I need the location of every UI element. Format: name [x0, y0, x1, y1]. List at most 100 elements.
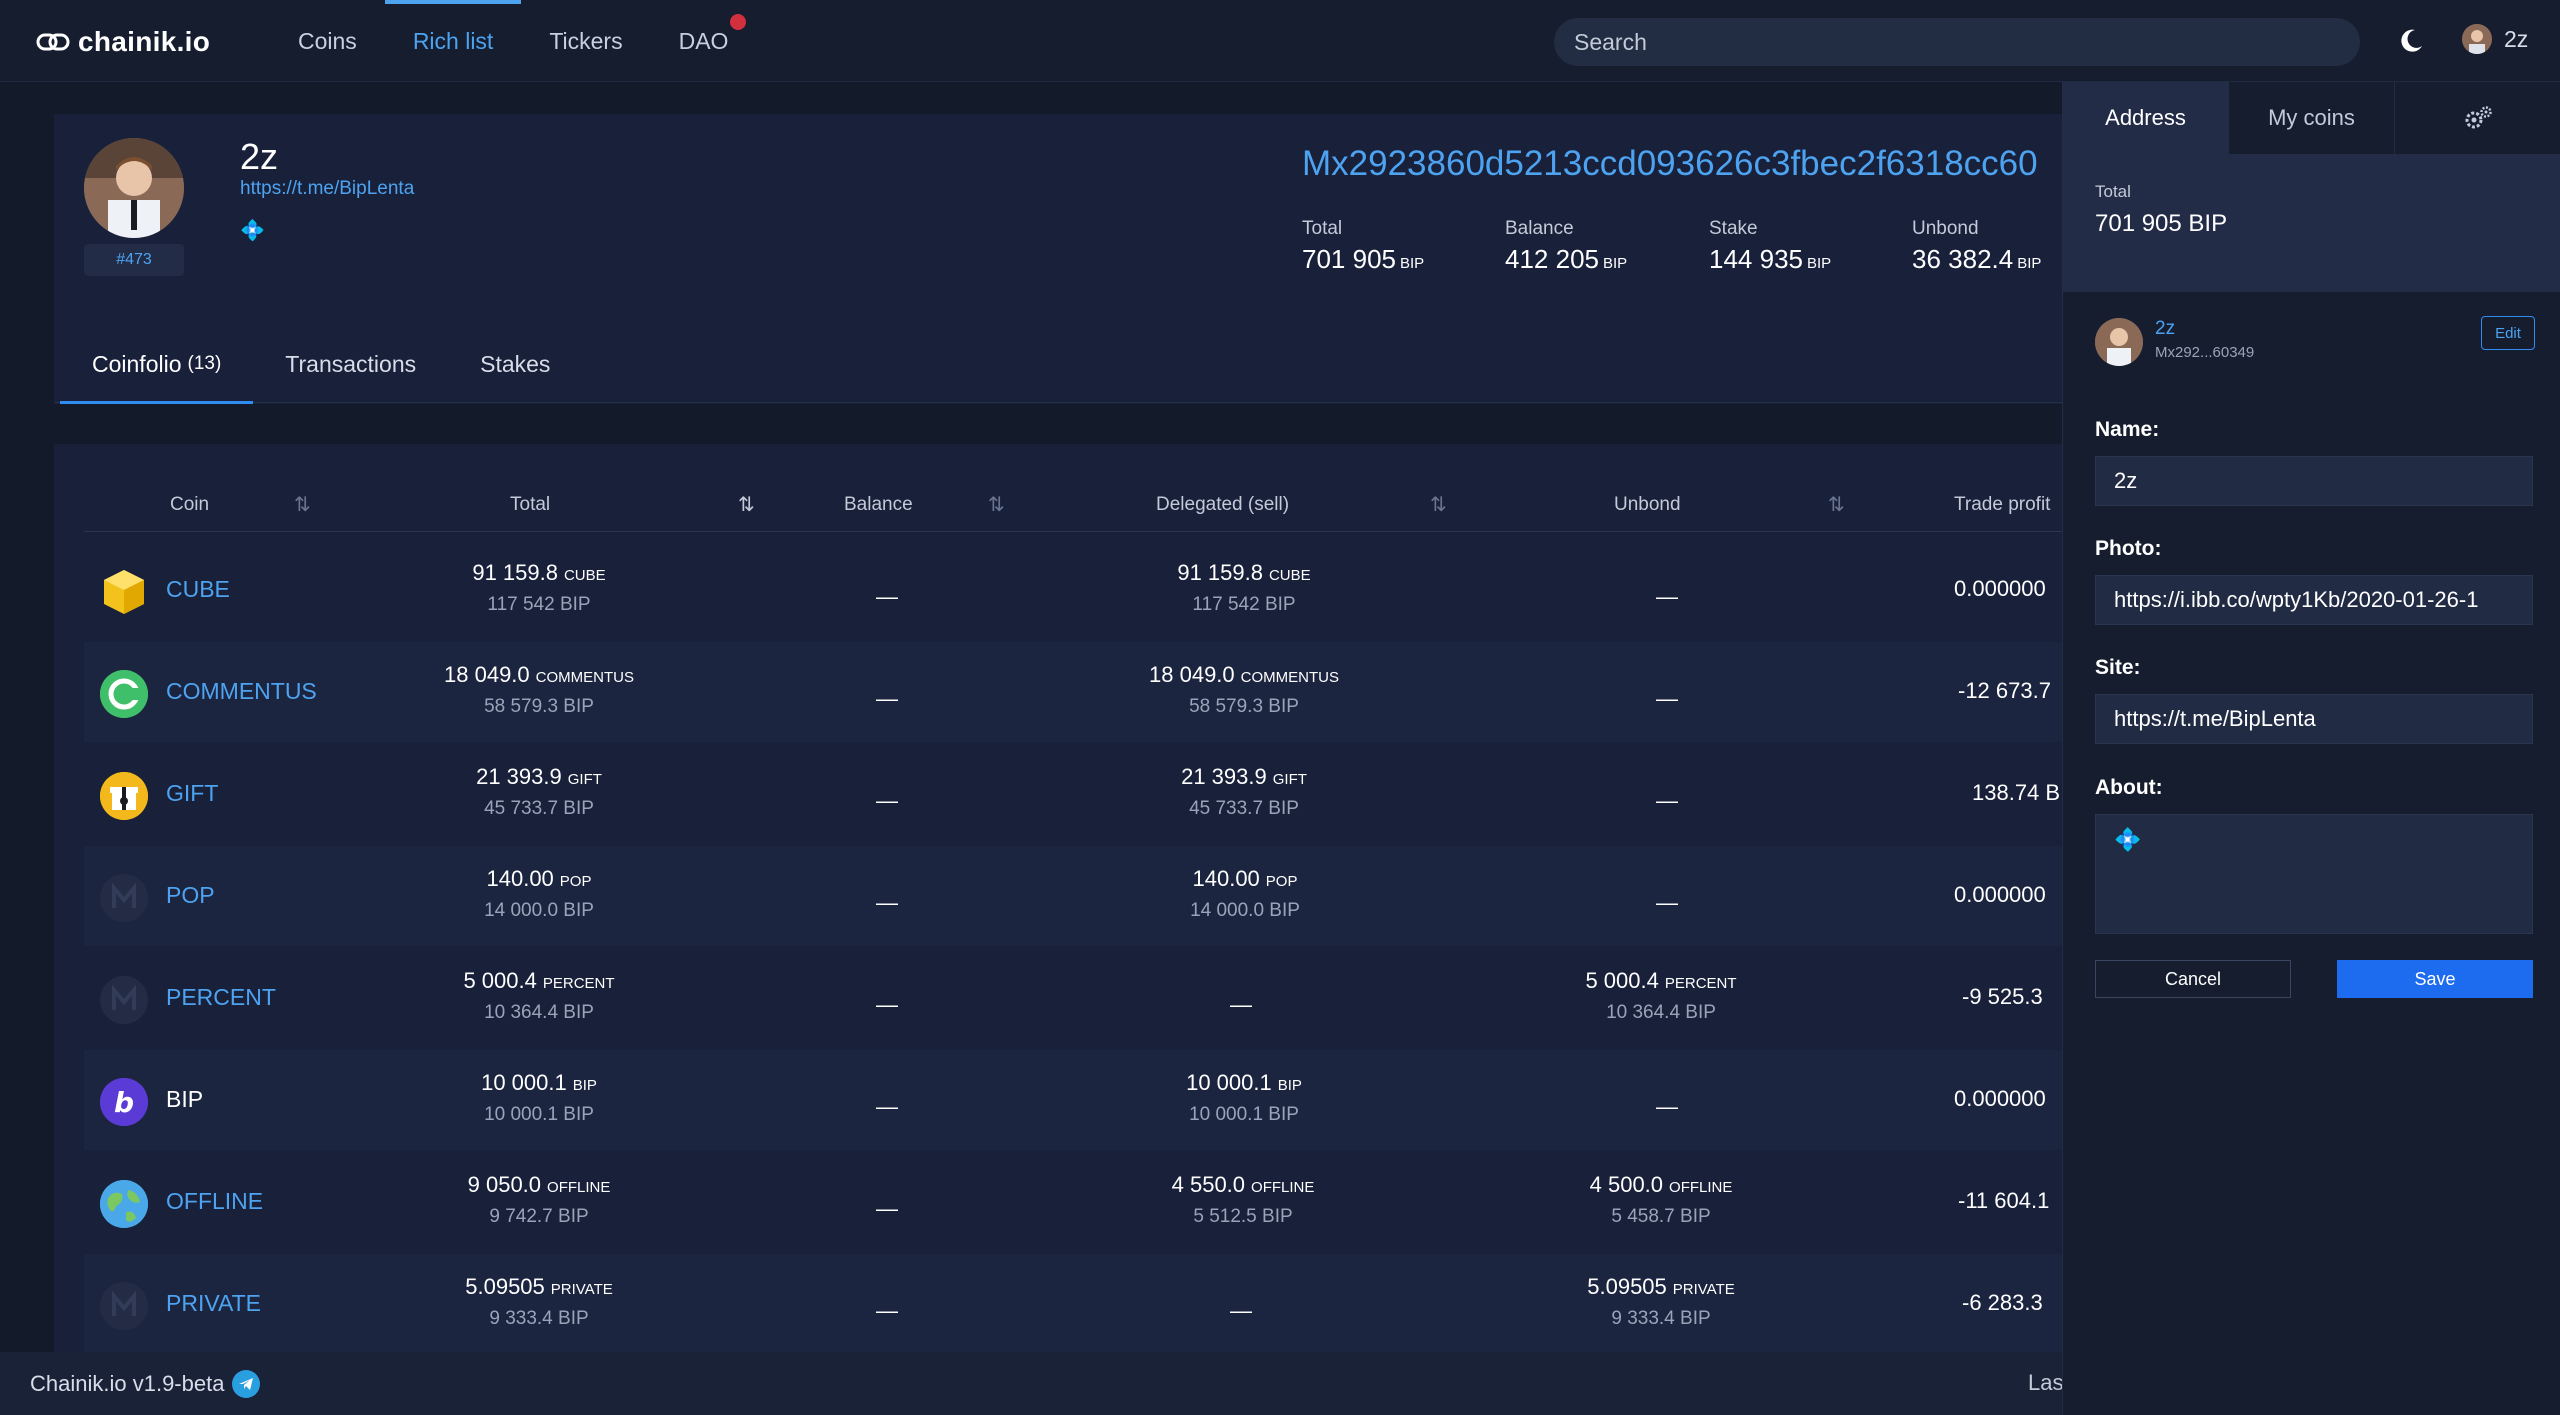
tab-stakes[interactable]: Stakes	[448, 324, 582, 404]
balance-empty: —	[876, 1094, 898, 1119]
coin-name-link[interactable]: PERCENT	[166, 984, 276, 1011]
moon-icon[interactable]	[2396, 26, 2426, 56]
header-delegated[interactable]: Delegated (sell)	[1156, 494, 1289, 516]
footer-right-text: Las	[2028, 1370, 2064, 1395]
stat-value: 412 205 BIP	[1505, 244, 1628, 274]
profile-site-link[interactable]: https://t.me/BipLenta	[240, 178, 414, 200]
nav-dao[interactable]: DAO	[651, 0, 757, 82]
brand-logo[interactable]: chainik.io	[36, 24, 210, 60]
edit-button[interactable]: Edit	[2481, 316, 2535, 350]
table-row[interactable]: COMMENTUS 18 049.0 COMMENTUS 58 579.3 BIP…	[84, 642, 2064, 742]
delegated-empty: —	[1230, 1298, 1252, 1323]
header-coin[interactable]: Coin	[170, 494, 209, 516]
svg-text:b: b	[114, 1086, 134, 1119]
address-edit-panel: Address My coins Total 701 905 BIP 2z Mx…	[2062, 82, 2560, 1415]
panel-user: 2z Mx292...60349 Edit	[2095, 314, 2535, 370]
site-label: Site:	[2095, 656, 2141, 679]
site-field[interactable]	[2095, 694, 2533, 744]
header-trade-profit[interactable]: Trade profit	[1954, 494, 2050, 516]
tab-my-coins[interactable]: My coins	[2229, 82, 2395, 154]
stat-unbond: Unbond 36 382.4 BIP	[1912, 218, 2041, 275]
header-unbond[interactable]: Unbond	[1614, 494, 1681, 516]
panel-total-label: Total	[2095, 182, 2131, 201]
minter-icon	[100, 976, 148, 1024]
nav-coins[interactable]: Coins	[270, 0, 385, 82]
rank-badge: #473	[84, 244, 184, 276]
coin-name-link[interactable]: CUBE	[166, 576, 230, 603]
stat-value: 701 905 BIP	[1302, 244, 1425, 274]
wallet-address[interactable]: Mx2923860d5213ccd093626c3fbec2f6318cc60	[1302, 144, 2062, 184]
profile-card: #473 2z https://t.me/BipLenta 💠 Mx292386…	[54, 114, 2064, 404]
balance-empty: —	[876, 584, 898, 609]
telegram-icon[interactable]	[232, 1370, 261, 1398]
name-field[interactable]	[2095, 456, 2533, 506]
stat-label: Total	[1302, 218, 1343, 239]
panel-user-name[interactable]: 2z	[2155, 318, 2175, 340]
unbond-empty: —	[1656, 584, 1678, 609]
table-header: Coin ⇅ Total ⇅ Balance ⇅ Delegated (sell…	[84, 478, 2064, 532]
cancel-button[interactable]: Cancel	[2095, 960, 2291, 998]
total-cell: 9 050.0 OFFLINE 9 742.7 BIP	[467, 1172, 611, 1227]
table-row[interactable]: GIFT 21 393.9 GIFT 45 733.7 BIP — 21 393.…	[84, 744, 2064, 844]
settings-gears-icon[interactable]	[2395, 82, 2560, 154]
trade-profit: 0.000000	[1954, 1086, 2046, 1111]
table-row[interactable]: CUBE 91 159.8 CUBE 117 542 BIP — 91 159.8…	[84, 540, 2064, 640]
coin-name-link[interactable]: PRIVATE	[166, 1290, 261, 1317]
photo-url-field[interactable]	[2095, 575, 2533, 625]
user-menu[interactable]: 2z	[2462, 24, 2528, 54]
sort-icon[interactable]: ⇅	[1430, 492, 1447, 517]
coin-name-link[interactable]: COMMENTUS	[166, 678, 317, 705]
commentus-icon	[100, 670, 148, 718]
panel-total-value: 701 905 BIP	[2095, 210, 2228, 237]
table-row[interactable]: b BIP 10 000.1 BIP 10 000.1 BIP — 10 000.…	[84, 1050, 2064, 1150]
table-row[interactable]: PERCENT 5 000.4 PERCENT 10 364.4 BIP — — …	[84, 948, 2064, 1048]
total-cell: 21 393.9 GIFT 45 733.7 BIP	[476, 764, 602, 819]
sort-icon[interactable]: ⇅	[988, 492, 1005, 517]
total-cell: 140.00 POP 14 000.0 BIP	[484, 866, 594, 921]
panel-total-box: Total 701 905 BIP	[2063, 154, 2560, 292]
balance-empty: —	[876, 890, 898, 915]
delegated-cell: 10 000.1 BIP 10 000.1 BIP	[1186, 1070, 1302, 1125]
trade-profit: -6 283.3	[1962, 1290, 2043, 1315]
tab-coinfolio[interactable]: Coinfolio (13)	[60, 324, 254, 404]
balance-empty: —	[876, 686, 898, 711]
tab-transactions[interactable]: Transactions	[253, 324, 448, 404]
stat-label: Balance	[1505, 218, 1574, 239]
tab-address[interactable]: Address	[2063, 82, 2229, 154]
balance-empty: —	[876, 1298, 898, 1323]
coin-name-link[interactable]: GIFT	[166, 780, 218, 807]
avatar	[2462, 24, 2492, 54]
save-button[interactable]: Save	[2337, 960, 2533, 998]
tab-coinfolio-count: (13)	[187, 353, 222, 374]
sort-icon[interactable]: ⇅	[294, 492, 311, 517]
gift-icon	[100, 772, 148, 820]
footer-version: Chainik.io v1.9-beta	[30, 1370, 261, 1398]
table-row[interactable]: POP 140.00 POP 14 000.0 BIP — 140.00 POP 1…	[84, 846, 2064, 946]
sort-icon[interactable]: ⇅	[1828, 492, 1845, 517]
balance-empty: —	[876, 1196, 898, 1221]
coin-name-link[interactable]: OFFLINE	[166, 1188, 263, 1215]
total-cell: 5.09505 PRIVATE 9 333.4 BIP	[465, 1274, 613, 1329]
unbond-empty: —	[1656, 890, 1678, 915]
search-input[interactable]	[1554, 18, 2360, 66]
balance-empty: —	[876, 788, 898, 813]
total-cell: 10 000.1 BIP 10 000.1 BIP	[481, 1070, 597, 1125]
about-textarea[interactable]: 💠	[2095, 814, 2533, 934]
nav-tickers[interactable]: Tickers	[521, 0, 650, 82]
table-row[interactable]: PRIVATE 5.09505 PRIVATE 9 333.4 BIP — — 5…	[84, 1254, 2064, 1354]
delegated-cell: 18 049.0 COMMENTUS 58 579.3 BIP	[1149, 662, 1339, 717]
header-balance[interactable]: Balance	[844, 494, 913, 516]
sort-desc-icon[interactable]: ⇅	[738, 492, 755, 517]
trade-profit: -12 673.7	[1958, 678, 2051, 703]
balance-empty: —	[876, 992, 898, 1017]
nav-rich-list[interactable]: Rich list	[384, 0, 522, 82]
cube-icon	[100, 568, 148, 616]
total-cell: 18 049.0 COMMENTUS 58 579.3 BIP	[444, 662, 634, 717]
footer: Chainik.io v1.9-beta Las	[0, 1352, 2064, 1415]
total-cell: 91 159.8 CUBE 117 542 BIP	[472, 560, 606, 615]
unbond-cell: 5 000.4 PERCENT 10 364.4 BIP	[1585, 968, 1737, 1023]
trade-profit: -11 604.1	[1958, 1188, 2050, 1213]
coin-name-link[interactable]: POP	[166, 882, 215, 909]
header-total[interactable]: Total	[510, 494, 550, 516]
table-row[interactable]: OFFLINE 9 050.0 OFFLINE 9 742.7 BIP — 4 5…	[84, 1152, 2064, 1252]
